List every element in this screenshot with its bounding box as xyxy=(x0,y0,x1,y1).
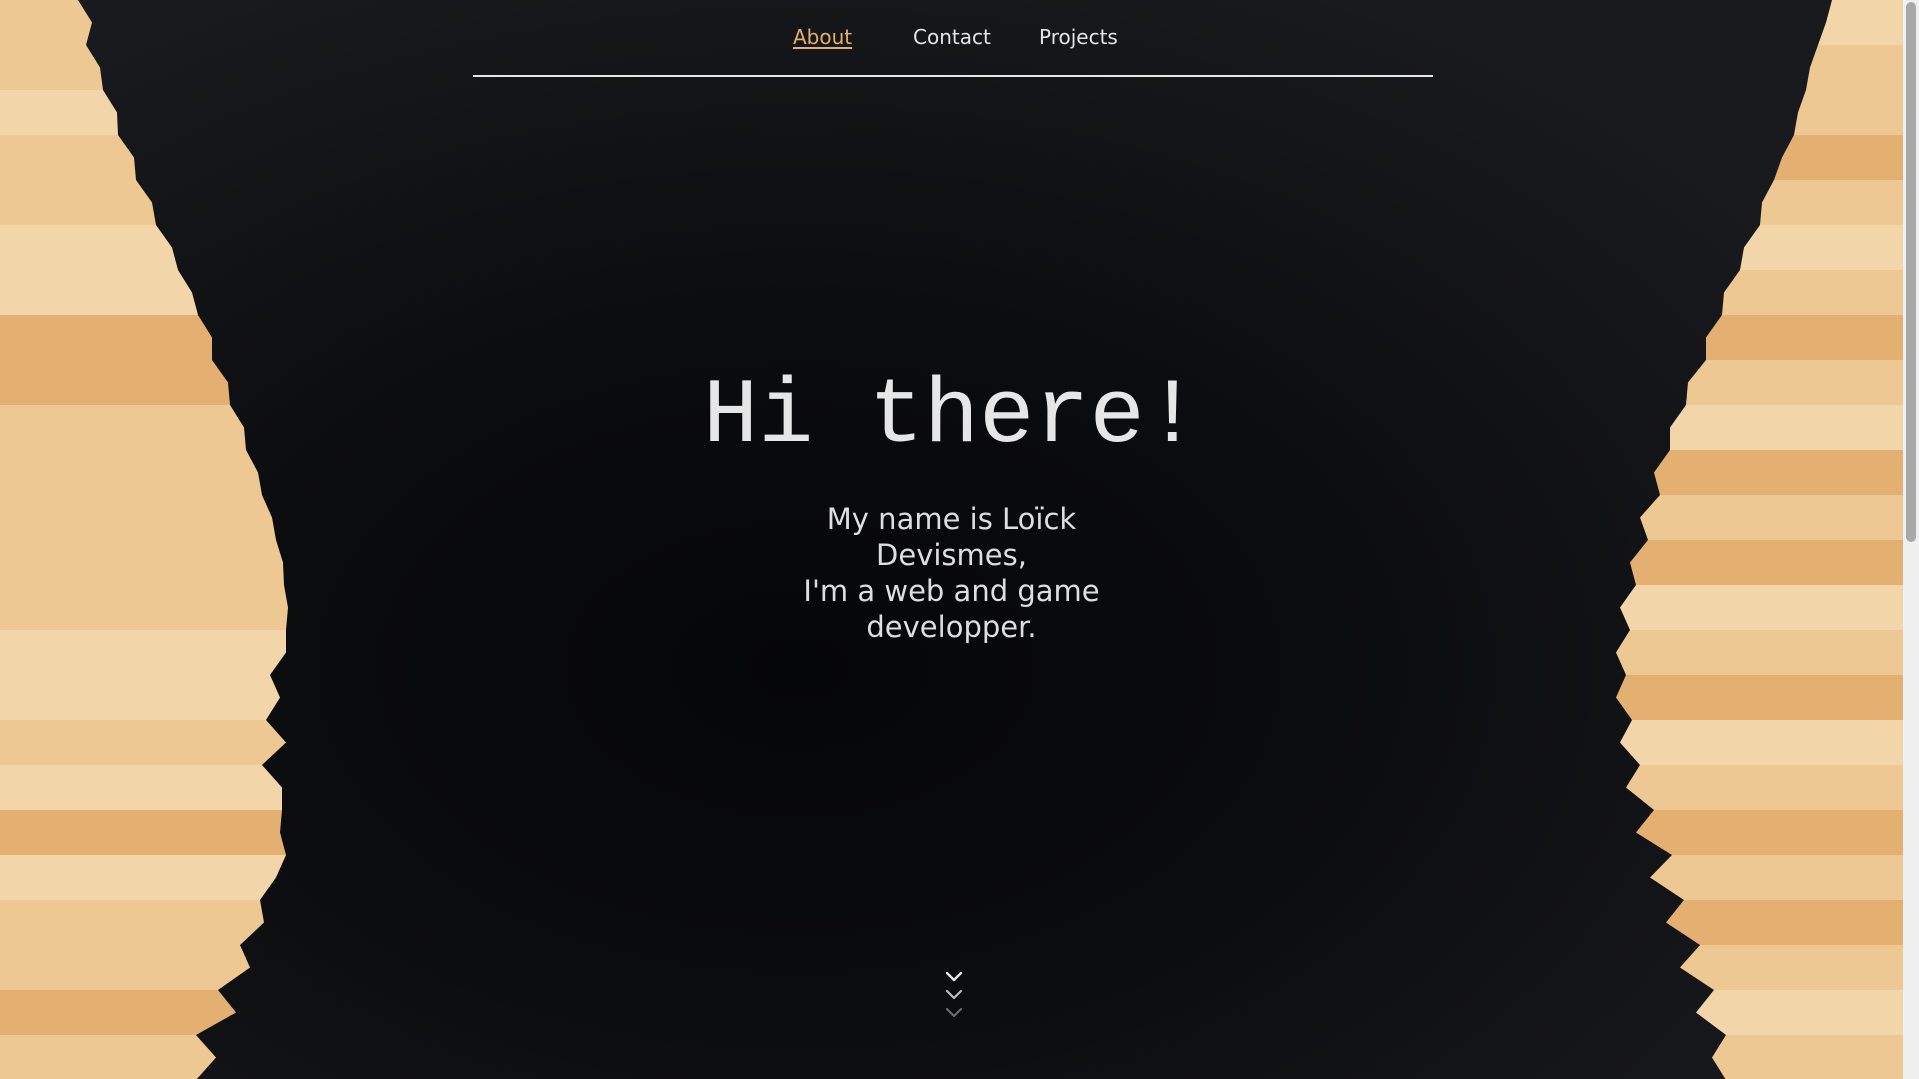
right-stripe-band xyxy=(1620,720,1903,765)
left-stripe-band xyxy=(0,495,276,540)
left-stripe-band xyxy=(0,270,198,315)
right-stripe-band xyxy=(1760,180,1903,225)
right-stripe-band xyxy=(1680,945,1903,990)
right-stripe-band xyxy=(1616,675,1903,720)
left-stripe-band xyxy=(0,765,282,810)
left-stripe-band xyxy=(0,1035,216,1079)
left-stripe-band xyxy=(0,630,286,675)
right-stripe-band xyxy=(1620,585,1903,630)
scrollbar-thumb[interactable] xyxy=(1906,2,1916,542)
left-stripe-band xyxy=(0,585,288,630)
hero-subtitle-line: developper. xyxy=(866,610,1037,644)
right-stripe-band xyxy=(1722,270,1903,315)
left-stripe-band xyxy=(0,135,136,180)
right-stripe-band xyxy=(1626,765,1903,810)
right-stripe-band xyxy=(1666,900,1903,945)
right-stripe-band xyxy=(1616,630,1903,675)
left-stripe-band xyxy=(0,990,236,1035)
right-stripe-band xyxy=(1818,0,1903,45)
left-stripe-band xyxy=(0,0,92,45)
hero-title: Hi there! xyxy=(703,364,1200,469)
right-stripe-band xyxy=(1806,45,1903,90)
nav-projects-link[interactable]: Projects xyxy=(1039,25,1118,49)
vertical-scrollbar[interactable] xyxy=(1903,0,1919,1079)
left-stripe-band xyxy=(0,900,264,945)
right-stripe-band xyxy=(1774,135,1903,180)
hero-subtitle-line: I'm a web and game xyxy=(803,574,1100,608)
nav-about-link[interactable]: About xyxy=(793,25,852,49)
left-stripe-band xyxy=(0,720,286,765)
scroll-down-icon[interactable] xyxy=(941,965,967,1021)
right-stripe-band xyxy=(1696,990,1903,1035)
hero-subtitle-line: My name is Loïck xyxy=(826,502,1077,536)
left-stripes xyxy=(0,0,288,1079)
top-nav: About Contact Projects xyxy=(473,0,1433,77)
right-stripe-band xyxy=(1794,90,1903,135)
right-stripe-band xyxy=(1640,495,1903,540)
left-stripe-band xyxy=(0,540,284,585)
left-stripe-band xyxy=(0,855,286,900)
right-stripe-band xyxy=(1712,1035,1903,1079)
left-stripe-band xyxy=(0,675,280,720)
right-stripe-band xyxy=(1706,315,1903,360)
hero-subtitle: My name is Loïck Devismes, I'm a web and… xyxy=(780,501,1123,645)
left-stripe-band xyxy=(0,90,118,135)
right-stripe-band xyxy=(1740,225,1903,270)
right-stripes xyxy=(1616,0,1903,1079)
page: About Contact Projects Hi there! My name… xyxy=(0,0,1903,1079)
right-stripe-band xyxy=(1650,855,1903,900)
left-stripe-band xyxy=(0,225,178,270)
right-stripe-band xyxy=(1630,540,1903,585)
left-stripe-band xyxy=(0,810,286,855)
hero-subtitle-line: Devismes, xyxy=(876,538,1027,572)
left-stripe-band xyxy=(0,180,156,225)
left-stripe-band xyxy=(0,315,212,360)
left-stripe-band xyxy=(0,945,250,990)
right-stripe-band xyxy=(1636,810,1903,855)
nav-contact-link[interactable]: Contact xyxy=(913,25,991,49)
left-stripe-band xyxy=(0,45,103,90)
